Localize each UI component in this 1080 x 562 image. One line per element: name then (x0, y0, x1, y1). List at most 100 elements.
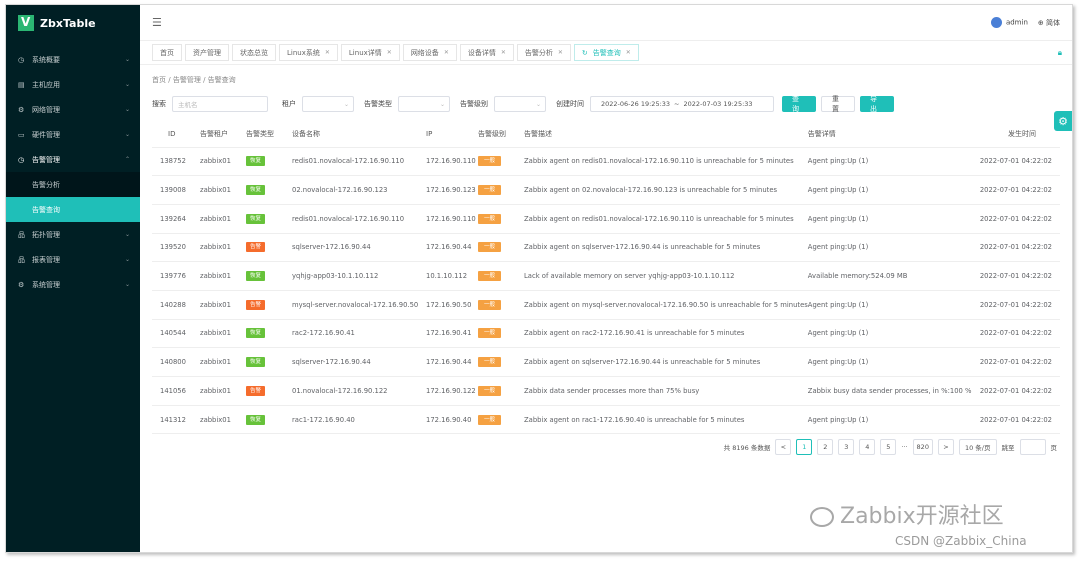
tenant-select[interactable]: ⌄ (302, 96, 354, 112)
sidebar-item-alarms[interactable]: ◷ 告警管理 ⌃ (6, 147, 140, 172)
tab-label: 网络设备 (410, 48, 439, 57)
page-4[interactable]: 4 (859, 439, 876, 455)
breadcrumb-home[interactable]: 首页 (152, 76, 166, 84)
cell-ip: 172.16.90.50 (426, 290, 478, 320)
cell-type: 恢复 (246, 319, 292, 349)
page-last[interactable]: 820 (912, 439, 933, 455)
tab-1[interactable]: 资产管理 (185, 44, 229, 61)
table-row[interactable]: 139008 zabbix01 恢复 02.novalocal-172.16.90.1… (152, 175, 1060, 205)
hostname-search-input[interactable]: 主机名 (172, 96, 268, 112)
alarm-level-label: 告警级别 (460, 100, 488, 108)
col-ip[interactable]: IP (426, 121, 478, 148)
cell-detail: Agent ping:Up (1) (807, 233, 972, 263)
date-range-picker[interactable]: 2022-06-26 19:25:33 ~ 2022-07-03 19:25:3… (590, 96, 774, 112)
page-2[interactable]: 2 (817, 439, 834, 455)
export-button[interactable]: 导 出 (860, 95, 894, 113)
close-icon[interactable]: ✕ (558, 49, 563, 56)
col-desc[interactable]: 告警描述 (524, 121, 808, 148)
cell-type: 告警 (246, 233, 292, 263)
cell-detail: Agent ping:Up (1) (807, 290, 972, 320)
jump-page-input[interactable] (1019, 439, 1046, 455)
sidebar-item-reports[interactable]: 品 报表管理 ⌄ (6, 247, 140, 272)
chevron-down-icon: ⌄ (124, 106, 130, 113)
alarm-type-badge: 告警 (246, 299, 266, 310)
page-1[interactable]: 1 (796, 439, 813, 455)
page-ellipsis[interactable]: ··· (901, 443, 907, 451)
reset-button[interactable]: 重 置 (821, 95, 855, 113)
close-icon[interactable]: ✕ (387, 49, 392, 56)
sidebar-item-system[interactable]: ⚙ 系统管理 ⌄ (6, 272, 140, 297)
sidebar-item-network[interactable]: ⚙ 网络管理 ⌄ (6, 97, 140, 122)
cell-level: 一般 (478, 204, 524, 234)
tab-2[interactable]: 状态总览 (232, 44, 276, 61)
tab-6[interactable]: 设备详情 ✕ (459, 44, 514, 61)
table-row[interactable]: 140544 zabbix01 恢复 rac2-172.16.90.41 172.16.… (152, 319, 1060, 349)
cell-id: 139520 (152, 233, 200, 263)
sidebar-item-hosts[interactable]: ▤ 主机应用 ⌄ (6, 72, 140, 97)
table-row[interactable]: 141056 zabbix01 告警 01.novalocal-172.16.90.1… (152, 376, 1060, 406)
alarm-type-label: 告警类型 (364, 100, 392, 108)
table-row[interactable]: 140800 zabbix01 恢复 sqlserver-172.16.90.44 17… (152, 347, 1060, 377)
table-row[interactable]: 138752 zabbix01 恢复 redis01.novalocal-172.16… (152, 147, 1060, 177)
col-detail[interactable]: 告警详情 (807, 121, 972, 148)
lock-icon[interactable]: 🔒︎ (1058, 48, 1062, 58)
cell-id: 141312 (152, 405, 200, 435)
close-icon[interactable]: ✕ (444, 49, 449, 56)
alarm-type-badge: 恢复 (246, 328, 266, 339)
jump-label: 跳至 (1001, 444, 1015, 452)
alarm-level-select[interactable]: ⌄ (494, 96, 546, 112)
sidebar: ZbxTable ◷ 系统概要 ⌄ ▤ 主机应用 ⌄ ⚙ 网络管理 ⌄ ▭ 硬件… (6, 5, 140, 552)
next-page-button[interactable]: > (937, 439, 954, 455)
cell-type: 恢复 (246, 204, 292, 234)
query-button[interactable]: 查 询 (782, 95, 816, 113)
cell-detail: Agent ping:Up (1) (807, 347, 972, 377)
cell-id: 140288 (152, 290, 200, 320)
tab-5[interactable]: 网络设备 ✕ (402, 44, 457, 61)
close-icon[interactable]: ✕ (501, 49, 506, 56)
tab-8[interactable]: ↻ 告警查询 ✕ (573, 44, 639, 61)
user-menu[interactable]: admin (990, 17, 1028, 28)
sidebar-item-hardware[interactable]: ▭ 硬件管理 ⌄ (6, 122, 140, 147)
language-switch[interactable]: ⊕ 简体 (1038, 18, 1060, 28)
col-time[interactable]: 发生时间 (971, 121, 1060, 148)
col-device[interactable]: 设备名称 (292, 121, 426, 148)
menu-toggle-icon[interactable]: ☰ (152, 16, 162, 29)
table-row[interactable]: 140288 zabbix01 告警 mysql-server.novalocal-1… (152, 290, 1060, 320)
sidebar-item-topology[interactable]: 品 拓扑管理 ⌄ (6, 222, 140, 247)
avatar (990, 17, 1002, 28)
table-row[interactable]: 139776 zabbix01 恢复 yqhjg-app03-10.1.10.112 1… (152, 261, 1060, 291)
col-id[interactable]: ID (152, 121, 200, 148)
cell-type: 告警 (246, 376, 292, 406)
col-type[interactable]: 告警类型 (246, 121, 292, 148)
breadcrumb-section[interactable]: 告警管理 (173, 76, 201, 84)
tab-7[interactable]: 告警分析 ✕ (516, 44, 571, 61)
table-row[interactable]: 141312 zabbix01 恢复 rac1-172.16.90.40 172.16.… (152, 405, 1060, 435)
sidebar-subitem-alarm-query[interactable]: 告警查询 (6, 197, 140, 222)
tab-bar: 首页 资产管理 状态总览 Linux系统 ✕ Linux详情 ✕ 网络设备 ✕ 设备详情 ✕ 告警分析… (140, 41, 1072, 65)
prev-page-button[interactable]: < (775, 439, 792, 455)
globe-icon: ⊕ (1037, 18, 1044, 27)
tab-0[interactable]: 首页 (152, 44, 182, 61)
page-3[interactable]: 3 (838, 439, 855, 455)
col-tenant[interactable]: 告警租户 (200, 121, 246, 148)
page-size-select[interactable]: 10 条/页 (958, 439, 997, 455)
close-icon[interactable]: ✕ (325, 49, 330, 56)
sidebar-item-overview[interactable]: ◷ 系统概要 ⌄ (6, 47, 140, 72)
table-row[interactable]: 139520 zabbix01 告警 sqlserver-172.16.90.44 17… (152, 233, 1060, 263)
page-5[interactable]: 5 (880, 439, 897, 455)
cell-desc: Zabbix agent on 02.novalocal-172.16.90.1… (524, 175, 808, 205)
tab-4[interactable]: Linux详情 ✕ (340, 44, 400, 61)
table-row[interactable]: 139264 zabbix01 恢复 redis01.novalocal-172.16… (152, 204, 1060, 234)
settings-gear-icon[interactable]: ⚙ (1054, 111, 1072, 131)
alarm-type-select[interactable]: ⌄ (398, 96, 450, 112)
logo[interactable]: ZbxTable (6, 5, 140, 41)
close-icon[interactable]: ✕ (626, 49, 631, 56)
col-level[interactable]: 告警级别 (478, 121, 524, 148)
cell-id: 140800 (152, 347, 200, 377)
tab-label: 告警查询 (592, 48, 621, 57)
settings-icon: ⚙ (18, 280, 25, 289)
cell-device: sqlserver-172.16.90.44 (292, 233, 426, 263)
sidebar-subitem-alarm-analysis[interactable]: 告警分析 (6, 172, 140, 197)
tab-3[interactable]: Linux系统 ✕ (279, 44, 338, 61)
alarm-type-badge: 恢复 (246, 414, 266, 425)
